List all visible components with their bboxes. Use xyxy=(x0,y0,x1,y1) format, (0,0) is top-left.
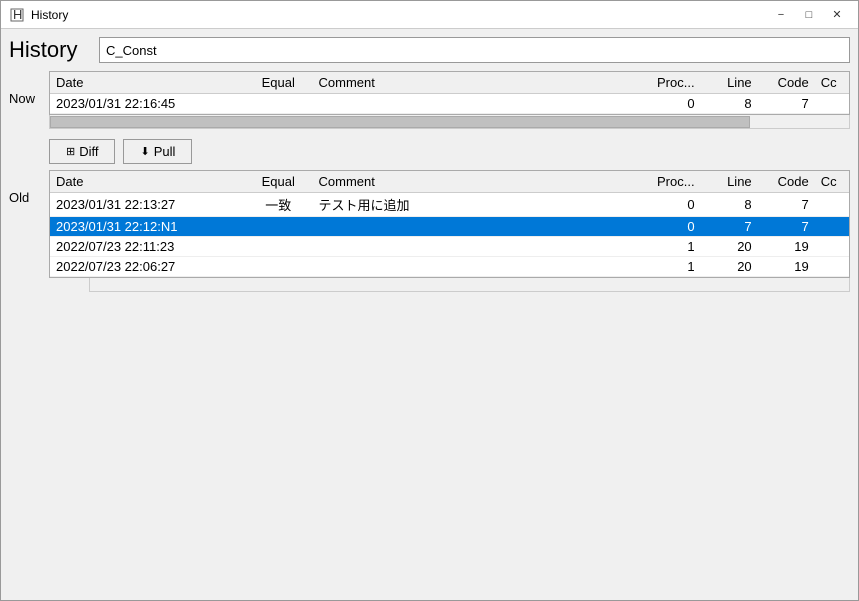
old-cell-cc xyxy=(815,237,849,257)
window-controls: − □ ✕ xyxy=(768,5,850,25)
old-table-container[interactable]: Date Equal Comment Proc... Line Code Cc … xyxy=(49,170,850,278)
old-scrollbar[interactable] xyxy=(89,278,850,292)
now-section: Now Date Equal Comment Proc... Line Code xyxy=(9,71,850,129)
old-label: Old xyxy=(9,170,41,205)
header-row: History xyxy=(9,37,850,63)
old-cell-line: 20 xyxy=(701,257,758,277)
now-table: Date Equal Comment Proc... Line Code Cc … xyxy=(50,72,849,114)
old-cell-comment xyxy=(313,217,633,237)
old-table: Date Equal Comment Proc... Line Code Cc … xyxy=(50,171,849,277)
now-cell-line: 8 xyxy=(701,94,758,114)
diff-label: Diff xyxy=(79,144,98,159)
old-cell-equal: 一致 xyxy=(244,193,312,217)
old-col-line: Line xyxy=(701,171,758,193)
now-table-row[interactable]: 2023/01/31 22:16:45 0 8 7 xyxy=(50,94,849,114)
now-col-code: Code xyxy=(758,72,815,94)
window-icon: H xyxy=(9,7,25,23)
content-area: History Now Date Equal Comment Proc... xyxy=(1,29,858,600)
old-col-code: Code xyxy=(758,171,815,193)
pull-button[interactable]: ⬇ Pull xyxy=(123,139,192,164)
old-cell-line: 20 xyxy=(701,237,758,257)
old-cell-line: 7 xyxy=(701,217,758,237)
old-cell-line: 8 xyxy=(701,193,758,217)
old-table-row[interactable]: 2022/07/23 22:06:27 1 20 19 xyxy=(50,257,849,277)
diff-button[interactable]: ⊞ Diff xyxy=(49,139,115,164)
now-scrollbar[interactable] xyxy=(49,115,850,129)
close-button[interactable]: ✕ xyxy=(824,5,850,25)
now-cell-comment xyxy=(313,94,633,114)
diff-icon: ⊞ xyxy=(66,145,75,158)
old-col-date: Date xyxy=(50,171,244,193)
old-table-header: Date Equal Comment Proc... Line Code Cc xyxy=(50,171,849,193)
old-cell-code: 7 xyxy=(758,193,815,217)
now-col-comment: Comment xyxy=(313,72,633,94)
old-cell-proc: 1 xyxy=(632,257,700,277)
old-table-row[interactable]: 2023/01/31 22:13:27 一致 テスト用に追加 0 8 7 xyxy=(50,193,849,217)
old-cell-code: 19 xyxy=(758,257,815,277)
now-col-proc: Proc... xyxy=(632,72,700,94)
now-cell-cc xyxy=(815,94,849,114)
now-col-line: Line xyxy=(701,72,758,94)
old-cell-date: 2022/07/23 22:06:27 xyxy=(50,257,244,277)
now-scrollbar-thumb xyxy=(50,116,750,128)
old-cell-equal xyxy=(244,217,312,237)
now-cell-proc: 0 xyxy=(632,94,700,114)
old-col-equal: Equal xyxy=(244,171,312,193)
old-cell-code: 19 xyxy=(758,237,815,257)
main-window: H History − □ ✕ History Now Da xyxy=(0,0,859,601)
now-cell-date: 2023/01/31 22:16:45 xyxy=(50,94,244,114)
old-cell-comment xyxy=(313,237,633,257)
old-table-row[interactable]: 2022/07/23 22:11:23 1 20 19 xyxy=(50,237,849,257)
old-table-row[interactable]: 2023/01/31 22:12:N1 0 7 7 xyxy=(50,217,849,237)
old-col-comment: Comment xyxy=(313,171,633,193)
old-cell-comment: テスト用に追加 xyxy=(313,193,633,217)
now-cell-equal xyxy=(244,94,312,114)
old-cell-proc: 0 xyxy=(632,217,700,237)
now-label: Now xyxy=(9,71,41,106)
old-cell-cc xyxy=(815,257,849,277)
old-cell-proc: 0 xyxy=(632,193,700,217)
old-cell-code: 7 xyxy=(758,217,815,237)
now-col-date: Date xyxy=(50,72,244,94)
old-cell-date: 2023/01/31 22:13:27 xyxy=(50,193,244,217)
page-title: History xyxy=(9,37,89,63)
now-cell-code: 7 xyxy=(758,94,815,114)
window-title: History xyxy=(31,8,768,22)
now-col-equal: Equal xyxy=(244,72,312,94)
old-cell-cc xyxy=(815,217,849,237)
old-col-proc: Proc... xyxy=(632,171,700,193)
old-cell-date: 2023/01/31 22:12:N1 xyxy=(50,217,244,237)
old-cell-equal xyxy=(244,257,312,277)
title-bar: H History − □ ✕ xyxy=(1,1,858,29)
old-cell-equal xyxy=(244,237,312,257)
pull-label: Pull xyxy=(154,144,176,159)
minimize-button[interactable]: − xyxy=(768,5,794,25)
old-cell-comment xyxy=(313,257,633,277)
pull-icon: ⬇ xyxy=(140,145,149,158)
svg-text:H: H xyxy=(13,8,22,22)
old-section: Old Date Equal Comment Proc... Line Code xyxy=(9,170,850,592)
old-cell-date: 2022/07/23 22:11:23 xyxy=(50,237,244,257)
old-cell-proc: 1 xyxy=(632,237,700,257)
now-table-header: Date Equal Comment Proc... Line Code Cc xyxy=(50,72,849,94)
buttons-row: ⊞ Diff ⬇ Pull xyxy=(49,139,850,164)
now-table-container: Date Equal Comment Proc... Line Code Cc … xyxy=(49,71,850,115)
old-cell-cc xyxy=(815,193,849,217)
maximize-button[interactable]: □ xyxy=(796,5,822,25)
search-input[interactable] xyxy=(99,37,850,63)
now-col-cc: Cc xyxy=(815,72,849,94)
old-col-cc: Cc xyxy=(815,171,849,193)
